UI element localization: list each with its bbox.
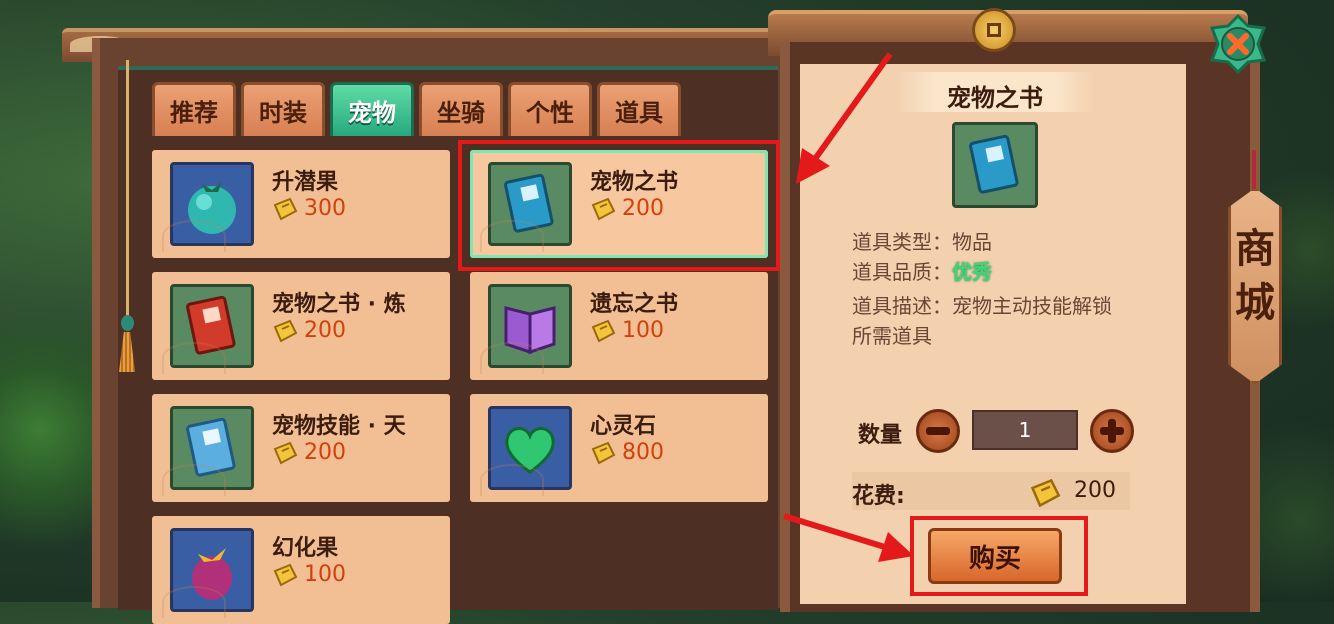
item-type-label: 道具类型： — [852, 230, 952, 254]
plus-icon — [1100, 419, 1124, 443]
tab-label: 宠物 — [348, 99, 396, 127]
highlight-selected-item — [458, 140, 780, 271]
arrow-to-buy-icon — [783, 513, 914, 562]
sky-skill-book-icon — [170, 406, 254, 490]
close-icon[interactable] — [1208, 14, 1268, 74]
decrease-quantity-button[interactable] — [916, 409, 960, 453]
shop-sign-char: 城 — [1235, 279, 1275, 326]
arrow-to-item-icon — [796, 52, 893, 184]
tab-recommended[interactable]: 推荐 — [152, 82, 236, 136]
price-value: 200 — [304, 318, 346, 343]
gold-ticket-icon — [591, 319, 616, 342]
item-quality-value: 优秀 — [952, 260, 992, 284]
tab-label: 时装 — [259, 99, 307, 127]
quantity-field[interactable]: 1 — [972, 410, 1078, 450]
purple-fruit-icon — [170, 528, 254, 612]
price-value: 800 — [622, 440, 664, 465]
gold-ticket-icon — [273, 197, 298, 220]
shop-item-card[interactable]: 幻化果 100 — [152, 516, 450, 624]
item-name: 升潜果 — [272, 170, 339, 195]
gold-ticket-icon — [273, 319, 298, 342]
cost-label: 花费: — [852, 484, 905, 509]
tab-fashion[interactable]: 时装 — [241, 82, 325, 136]
price-value: 100 — [304, 562, 346, 587]
pet-book-icon — [952, 122, 1038, 208]
tassel-decoration — [118, 60, 136, 372]
shop-sign-text: 商 城 — [1228, 222, 1282, 330]
shop-item-card[interactable]: 宠物技能 · 天 200 — [152, 394, 450, 502]
item-quality-label: 道具品质： — [852, 260, 952, 284]
tab-label: 道具 — [615, 99, 663, 127]
shop-item-card[interactable]: 遗忘之书 100 — [470, 272, 768, 380]
tab-label: 坐骑 — [437, 99, 485, 127]
item-name: 遗忘之书 — [590, 292, 679, 317]
teal-fruit-icon — [170, 162, 254, 246]
item-type-value: 物品 — [952, 230, 992, 254]
item-name: 宠物技能 · 天 — [272, 414, 406, 439]
red-pet-book-icon — [170, 284, 254, 368]
item-name: 心灵石 — [590, 414, 657, 439]
minus-icon — [926, 427, 950, 435]
item-name: 宠物之书 · 炼 — [272, 292, 406, 317]
item-name: 幻化果 — [272, 536, 339, 561]
shop-item-card[interactable]: 心灵石 800 — [470, 394, 768, 502]
green-heart-stone-icon — [488, 406, 572, 490]
cost-value: 200 — [1074, 478, 1116, 503]
tab-pets[interactable]: 宠物 — [330, 82, 414, 136]
tab-items[interactable]: 道具 — [597, 82, 681, 136]
item-price: 200 — [272, 440, 346, 465]
price-value: 300 — [304, 196, 346, 221]
shop-item-card[interactable]: 宠物之书 · 炼 200 — [152, 272, 450, 380]
detail-title: 宠物之书 — [947, 84, 1043, 112]
item-price: 200 — [272, 318, 346, 343]
item-description-row: 道具描述：宠物主动技能解锁 — [852, 290, 1112, 319]
item-description-label: 道具描述： — [852, 294, 952, 318]
coin-ornament-icon — [972, 8, 1016, 52]
tab-personality[interactable]: 个性 — [508, 82, 592, 136]
item-price: 300 — [272, 196, 346, 221]
item-description-row-2: 所需道具 — [852, 320, 932, 349]
purple-book-icon — [488, 284, 572, 368]
quantity-value: 1 — [1018, 418, 1032, 442]
item-type-row: 道具类型：物品 — [852, 226, 992, 255]
increase-quantity-button[interactable] — [1090, 409, 1134, 453]
price-value: 100 — [622, 318, 664, 343]
item-description-value: 宠物主动技能解锁 — [952, 294, 1112, 318]
highlight-buy-button — [910, 516, 1088, 596]
gold-ticket-icon — [273, 441, 298, 464]
tab-mounts[interactable]: 坐骑 — [419, 82, 503, 136]
item-price: 800 — [590, 440, 664, 465]
gold-ticket-icon — [273, 563, 298, 586]
gold-ticket-icon — [591, 441, 616, 464]
quantity-label: 数量 — [858, 423, 903, 448]
tab-label: 个性 — [526, 99, 574, 127]
gold-ticket-icon — [1030, 478, 1061, 508]
item-price: 100 — [272, 562, 346, 587]
shop-sign-char: 商 — [1235, 225, 1275, 272]
category-tabs: 推荐 时装 宠物 坐骑 个性 道具 — [152, 82, 681, 136]
shop-item-card[interactable]: 升潜果 300 — [152, 150, 450, 258]
item-quality-row: 道具品质：优秀 — [852, 256, 992, 285]
price-value: 200 — [304, 440, 346, 465]
sign-rope — [1252, 150, 1256, 190]
item-price: 100 — [590, 318, 664, 343]
item-description-value-2: 所需道具 — [852, 324, 932, 348]
tab-label: 推荐 — [170, 99, 218, 127]
